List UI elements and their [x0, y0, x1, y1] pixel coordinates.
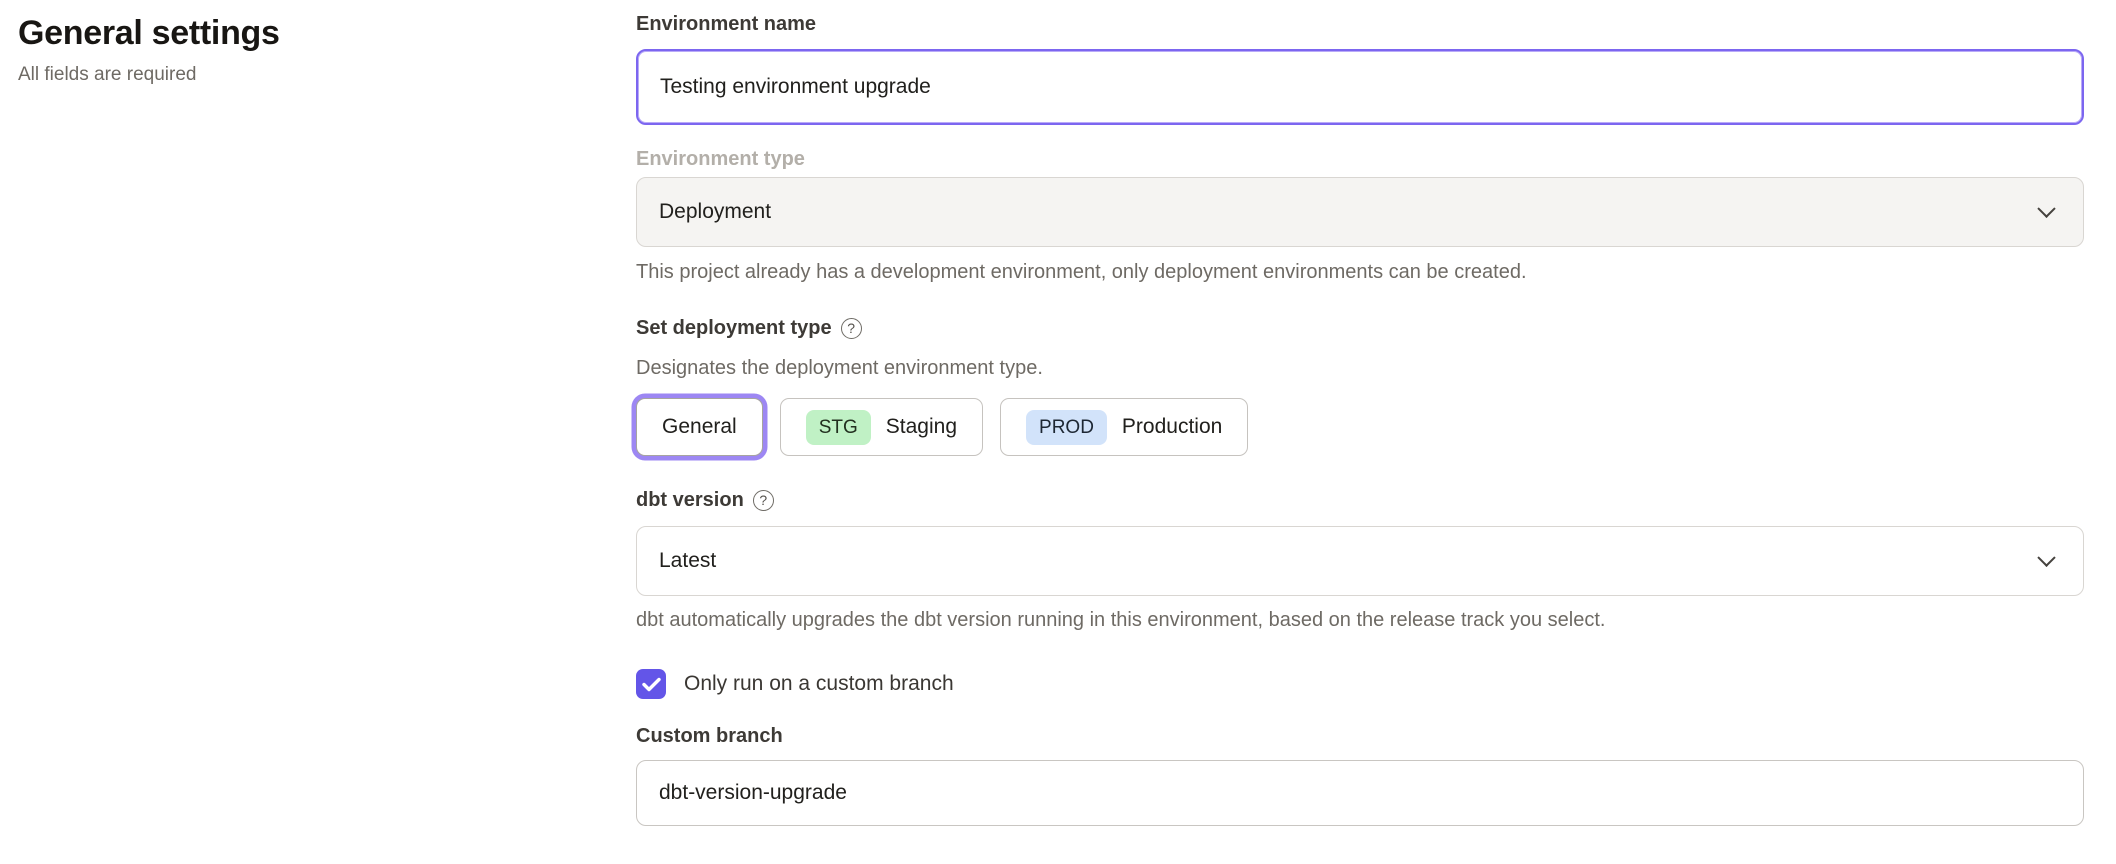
- page-subtitle: All fields are required: [18, 63, 578, 87]
- help-icon[interactable]: ?: [753, 490, 774, 511]
- environment-name-label: Environment name: [636, 12, 2084, 36]
- environment-type-value: Deployment: [659, 200, 771, 224]
- environment-name-input[interactable]: [636, 49, 2084, 125]
- deployment-type-label-row: Set deployment type ?: [636, 316, 2084, 340]
- deployment-type-staging-button[interactable]: STG Staging: [780, 398, 983, 456]
- dbt-version-helper: dbt automatically upgrades the dbt versi…: [636, 608, 2084, 632]
- environment-type-helper: This project already has a development e…: [636, 260, 2084, 284]
- help-icon[interactable]: ?: [841, 318, 862, 339]
- dbt-version-select[interactable]: Latest: [636, 526, 2084, 596]
- custom-branch-checkbox[interactable]: [636, 669, 666, 699]
- environment-settings-form: Environment name Environment type Deploy…: [636, 0, 2084, 826]
- chevron-down-icon: [2037, 549, 2055, 567]
- deployment-type-label: Set deployment type: [636, 316, 832, 340]
- custom-branch-checkbox-label[interactable]: Only run on a custom branch: [684, 671, 954, 697]
- page-title: General settings: [18, 12, 578, 54]
- settings-header: General settings All fields are required: [18, 12, 578, 87]
- staging-button-label: Staging: [886, 415, 957, 439]
- check-icon: [642, 677, 661, 692]
- deployment-type-helper: Designates the deployment environment ty…: [636, 356, 2084, 380]
- deployment-type-options: General STG Staging PROD Production: [636, 398, 2084, 456]
- custom-branch-label: Custom branch: [636, 724, 2084, 748]
- environment-type-label: Environment type: [636, 147, 2084, 171]
- production-button-label: Production: [1122, 415, 1222, 439]
- custom-branch-checkbox-row: Only run on a custom branch: [636, 669, 2084, 699]
- environment-type-select[interactable]: Deployment: [636, 177, 2084, 247]
- dbt-version-value: Latest: [659, 549, 716, 573]
- chevron-down-icon: [2037, 200, 2055, 218]
- staging-badge: STG: [806, 410, 871, 445]
- dbt-version-label-row: dbt version ?: [636, 488, 2084, 512]
- production-badge: PROD: [1026, 410, 1107, 445]
- dbt-version-label: dbt version: [636, 488, 744, 512]
- deployment-type-general-button[interactable]: General: [636, 398, 763, 456]
- deployment-type-production-button[interactable]: PROD Production: [1000, 398, 1248, 456]
- custom-branch-input[interactable]: [636, 760, 2084, 826]
- general-button-label: General: [662, 415, 737, 439]
